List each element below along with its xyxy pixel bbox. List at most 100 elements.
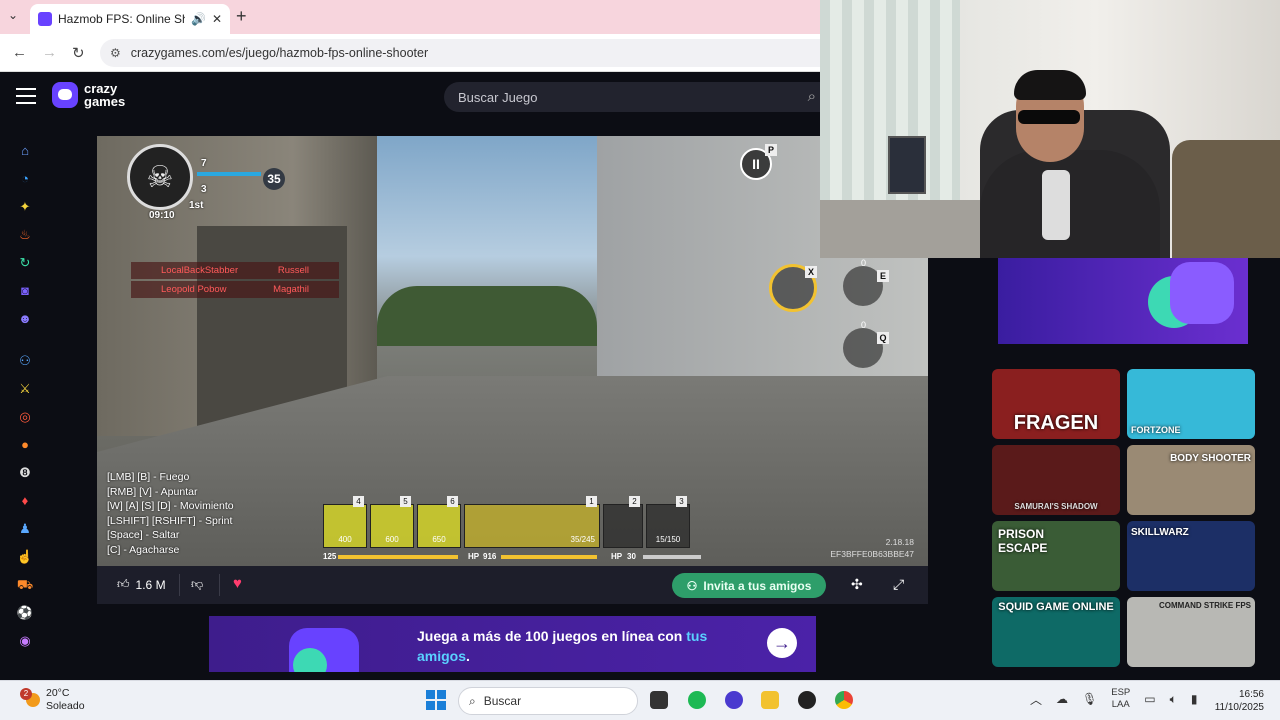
browser-tab-bar: ⌄ Hazmob FPS: Online Shoote 🔊 ✕ + [0,0,820,34]
windows-start-icon[interactable] [426,690,446,710]
menu-button[interactable] [16,88,36,106]
basketball-icon[interactable]: ● [16,436,34,454]
speaker-icon[interactable]: 🔈︎ [1170,692,1177,707]
fullscreen-icon[interactable]: ⤢ [893,576,904,593]
action-icon[interactable]: ⚔ [16,380,34,398]
page-scrollbar[interactable] [1268,258,1280,678]
search-icon[interactable]: ⌕ [808,88,816,105]
billiards-icon[interactable]: ❽ [16,464,34,482]
task-view-icon[interactable] [650,691,668,709]
dislike-button[interactable]: 👎︎ [191,577,203,592]
card-icon[interactable]: ♦ [16,492,34,510]
thumbs-up-icon: 👍︎ [117,577,130,591]
arrow-right-icon[interactable]: → [767,628,797,658]
primary-weapon-slot[interactable]: 1 35/245 [464,496,600,548]
tab-title: Hazmob FPS: Online Shoote [58,12,185,26]
recent-icon[interactable]: ◔ [16,170,34,188]
secondary-fill [643,555,701,559]
language-indicator[interactable]: ESP LAA [1111,687,1130,711]
url-field[interactable]: ⚙ crazygames.com/es/juego/hazmob-fps-onl… [100,39,820,67]
new-tab-icon[interactable]: + [236,6,247,27]
knife-slot[interactable]: 3 15/150 [646,496,690,548]
adventure-icon[interactable]: ◎ [16,408,34,426]
driving-icon[interactable]: ⛟ [16,576,34,594]
taskbar-search[interactable]: ⌕ Buscar [458,687,638,715]
search-placeholder: Buscar Juego [458,89,538,105]
crazygames-logo[interactable]: crazy games [52,82,125,108]
clock[interactable]: 16:56 11/10/2025 [1208,688,1264,714]
close-tab-icon[interactable]: ✕ [212,12,222,26]
invite-friends-button[interactable]: ⚇ Invita a tus amigos [672,573,826,598]
pause-key: P [765,144,777,156]
two-player-icon[interactable]: ⚇ [16,352,34,370]
mascot-icon [1170,262,1234,324]
multiplayer-icon[interactable]: ☻ [16,310,34,328]
obs-icon[interactable] [798,691,816,709]
casual-icon[interactable]: ♟ [16,520,34,538]
speaker-icon[interactable]: 🔊 [191,12,206,26]
game-thumbnail[interactable]: SQUID GAME ONLINE [992,597,1120,667]
forward-icon[interactable]: → [42,44,57,61]
like-button[interactable]: 👍︎ 1.6 M [117,577,166,592]
game-thumbnail[interactable]: FORTZONE [1127,369,1255,439]
home-icon[interactable]: ⌂ [16,142,34,160]
file-explorer-icon[interactable] [761,691,779,709]
game-thumbnail[interactable]: SAMURAI'S SHADOW [992,445,1120,515]
scene-trees [377,286,597,346]
controls-help: [LMB] [B] - Fuego [RMB] [V] - Apuntar [W… [107,471,234,556]
site-info-icon[interactable]: ⚙ [110,46,121,60]
weather-widget[interactable]: 2 20°C Soleado [20,687,85,713]
hud-score: 35 [263,168,285,190]
spotify-icon[interactable] [688,691,706,709]
cloud-icon[interactable]: ☁ [1056,692,1068,706]
battery-icon[interactable]: ▮ [1191,692,1198,706]
back-icon[interactable]: ← [12,44,27,61]
report-icon[interactable]: ✣ [851,576,863,593]
game-thumbnail[interactable]: FRAGEN [992,369,1120,439]
melee-count: 0 [861,320,867,330]
controller-icon[interactable]: ◉ [16,632,34,650]
app-icon[interactable] [725,691,743,709]
weapon-slot[interactable]: 4 400 [323,496,367,548]
display-icon[interactable]: ▭ [1144,692,1155,706]
trending-icon[interactable]: ♨ [16,226,34,244]
search-input[interactable]: Buscar Juego ⌕ [444,82,820,112]
tab-search-chevron-icon[interactable]: ⌄ [8,8,18,22]
killfeed-row: LocalBackStabber Russell [131,262,339,279]
thumbs-down-icon: 👎︎ [191,577,204,591]
reload-icon[interactable]: ↻ [72,44,85,62]
updated-icon[interactable]: ↻ [16,254,34,272]
chrome-icon[interactable] [835,691,853,709]
browser-tab[interactable]: Hazmob FPS: Online Shoote 🔊 ✕ [30,4,230,34]
game-thumbnail[interactable]: BODY SHOOTER [1127,445,1255,515]
webcam-sofa [1172,140,1280,258]
game-thumbnail[interactable]: PRISON ESCAPE [992,521,1120,591]
weapon-slot[interactable]: 5 600 [370,496,414,548]
promo-box[interactable] [998,258,1248,344]
hud-kills: 7 [201,158,207,169]
left-sidebar: ⌂ ◔ ✦ ♨ ↻ ◙ ☻ ⚇ ⚔ ◎ ● ❽ ♦ ♟ ☝ ⛟ ⚽ ◉ [0,124,50,678]
weapon-slot[interactable]: 6 650 [417,496,461,548]
system-tray: ︿ ☁ 🎙︎ ESP LAA ▭ 🔈︎ ▮ [1030,687,1197,711]
killfeed: LocalBackStabber Russell Leopold Pobow Mag… [131,262,339,300]
game-thumbnail[interactable]: COMMAND STRIKE FPS [1127,597,1255,667]
soccer-icon[interactable]: ⚽ [16,604,34,622]
ability-key: X [805,266,817,278]
webcam-microphone [1042,170,1070,240]
weapon-bar: 4 400 5 600 6 650 1 35/245 2 3 15/150 [323,496,690,548]
game-canvas[interactable]: ☠ 7 3 35 09:10 1st LocalBackStabber Russe… [97,136,928,566]
windows-taskbar: 2 20°C Soleado ⌕ Buscar ︿ ☁ 🎙︎ ESP LAA ▭… [0,680,1280,720]
killfeed-row: Leopold Pobow Magathil [131,281,339,298]
hp-fill [501,555,597,559]
friends-banner[interactable]: Juega a más de 100 juegos en línea con t… [209,616,816,672]
originals-icon[interactable]: ◙ [16,282,34,300]
favorite-heart-icon[interactable]: ♥ [233,575,242,592]
ammo-count: 35/245 [570,535,595,544]
microphone-icon[interactable]: 🎙︎ [1082,692,1097,706]
pistol-slot[interactable]: 2 [603,496,643,548]
new-games-icon[interactable]: ✦ [16,198,34,216]
clicker-icon[interactable]: ☝ [16,548,34,566]
chevron-up-icon[interactable]: ︿ [1030,691,1042,708]
game-thumbnail[interactable]: SKILLWARZ [1127,521,1255,591]
game-footer: 👍︎ 1.6 M 👎︎ ♥ ⚇ Invita a tus amigos ✣ ⤢ [97,566,928,604]
